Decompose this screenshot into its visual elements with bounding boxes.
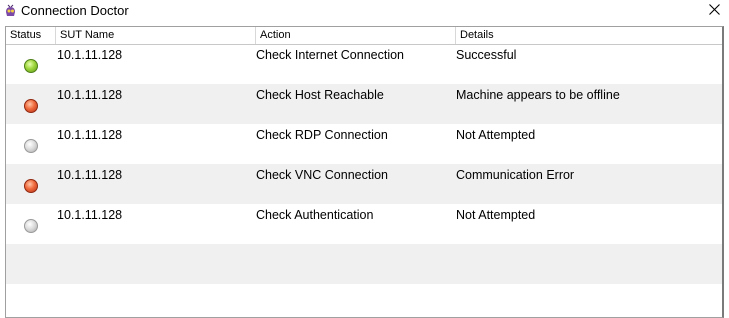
sut-name-cell: 10.1.11.128	[57, 88, 123, 102]
status-error-icon	[24, 99, 38, 113]
details-cell: Communication Error	[456, 168, 575, 182]
table-row[interactable]: 10.1.11.128 Check RDP Connection Not Att…	[6, 124, 722, 164]
close-icon	[709, 4, 720, 15]
app-icon	[6, 4, 15, 16]
results-grid[interactable]: Status SUT Name Action Details 10.1.11.1…	[5, 26, 724, 318]
status-pending-icon	[24, 139, 38, 153]
sut-name-cell: 10.1.11.128	[57, 128, 123, 142]
window-title: Connection Doctor	[21, 3, 129, 18]
action-cell: Check Authentication	[256, 208, 374, 222]
table-row[interactable]: 10.1.11.128 Check Host Reachable Machine…	[6, 84, 722, 124]
empty-row	[6, 284, 722, 317]
details-cell: Successful	[456, 48, 517, 62]
details-cell: Not Attempted	[456, 128, 536, 142]
sut-name-cell: 10.1.11.128	[57, 48, 123, 62]
column-header-sut-name[interactable]: SUT Name	[56, 27, 256, 44]
grid-header: Status SUT Name Action Details	[6, 27, 722, 45]
status-error-icon	[24, 179, 38, 193]
status-pending-icon	[24, 219, 38, 233]
action-cell: Check Internet Connection	[256, 48, 405, 62]
sut-name-cell: 10.1.11.128	[57, 168, 123, 182]
action-cell: Check RDP Connection	[256, 128, 388, 142]
details-cell: Machine appears to be offline	[456, 88, 620, 102]
column-header-details[interactable]: Details	[456, 27, 722, 44]
sut-name-cell: 10.1.11.128	[57, 208, 123, 222]
column-header-action[interactable]: Action	[256, 27, 456, 44]
details-cell: Not Attempted	[456, 208, 536, 222]
table-row[interactable]: 10.1.11.128 Check Internet Connection Su…	[6, 44, 722, 84]
table-row[interactable]: 10.1.11.128 Check VNC Connection Communi…	[6, 164, 722, 204]
table-row[interactable]: 10.1.11.128 Check Authentication Not Att…	[6, 204, 722, 244]
empty-row	[6, 244, 722, 284]
column-header-status[interactable]: Status	[6, 27, 56, 44]
action-cell: Check Host Reachable	[256, 88, 384, 102]
status-ok-icon	[24, 59, 38, 73]
close-button[interactable]	[701, 0, 729, 20]
action-cell: Check VNC Connection	[256, 168, 389, 182]
title-bar: Connection Doctor	[0, 0, 729, 22]
